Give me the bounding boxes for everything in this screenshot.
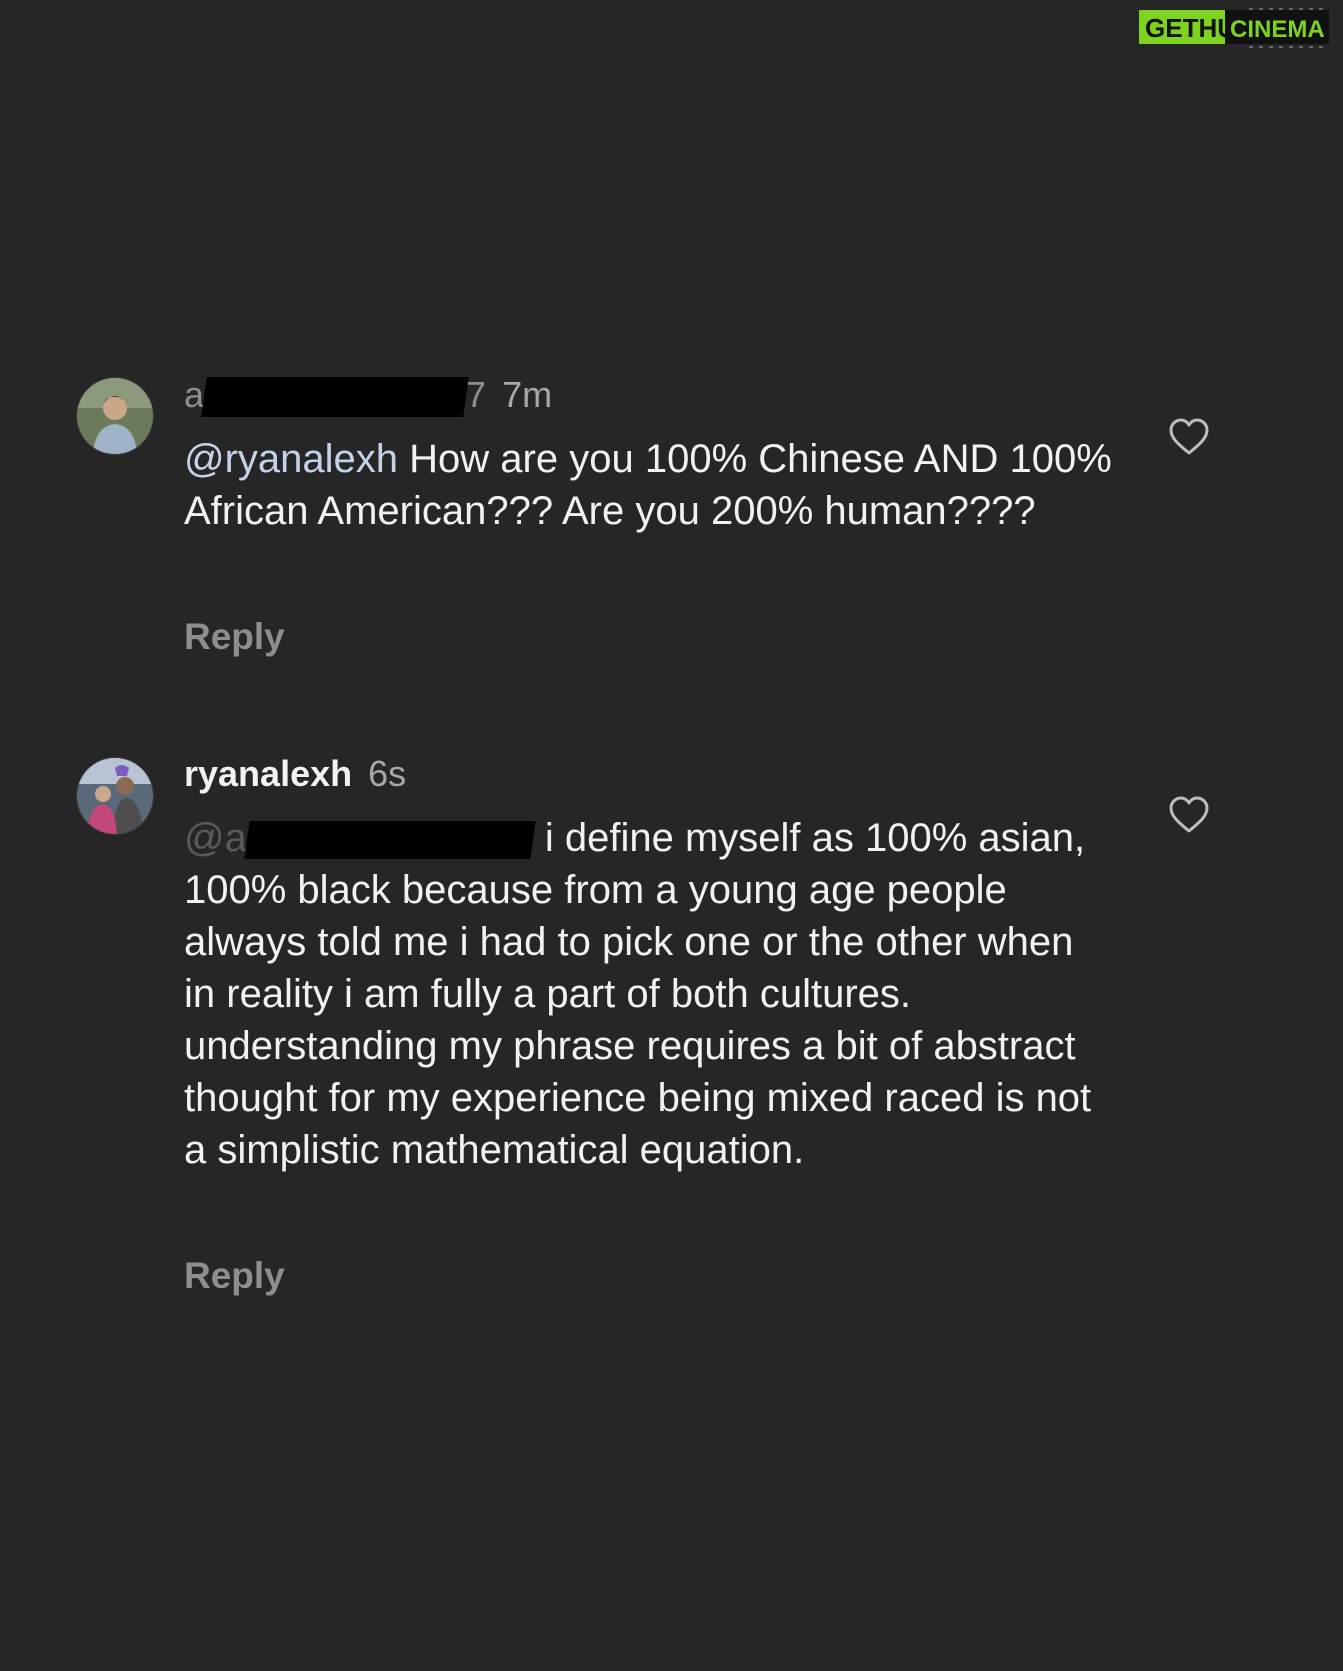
reply-button[interactable]: Reply [184,616,285,658]
gethucinema-watermark-logo: GETHU CINEMA [1139,8,1329,48]
commenter-avatar[interactable] [76,757,154,835]
heart-outline-icon[interactable] [1168,418,1210,456]
comment-meta: ryanalexh 6s [184,752,406,796]
mention-link[interactable]: @ryanalexh [184,437,398,481]
comment-text: @a i define myself as 100% asian, 100% bl… [184,812,1114,1176]
watermark-part1: GETHU [1145,13,1236,43]
comment-time: 6s [368,753,407,794]
avatar-photo-icon [77,758,153,834]
commenter-avatar[interactable] [76,377,154,455]
username-tail: 7 [466,374,487,415]
heart-outline-icon[interactable] [1168,796,1210,834]
avatar-photo-icon [77,378,153,454]
mention-redaction [244,821,536,860]
comment-time: 7m [502,374,553,415]
username[interactable]: ryanalexh [184,753,352,794]
comment-text: @ryanalexh How are you 100% Chinese AND … [184,433,1114,537]
mention-visible-part[interactable]: @a [184,816,247,860]
comment-meta: a 7 7m [184,373,553,418]
comment-body-text: i define myself as 100% asian, 100% blac… [184,816,1092,1172]
username-visible-part[interactable]: a [184,374,204,415]
reply-button[interactable]: Reply [184,1255,285,1297]
username-redaction [201,377,469,418]
watermark-part2: CINEMA [1230,16,1325,43]
